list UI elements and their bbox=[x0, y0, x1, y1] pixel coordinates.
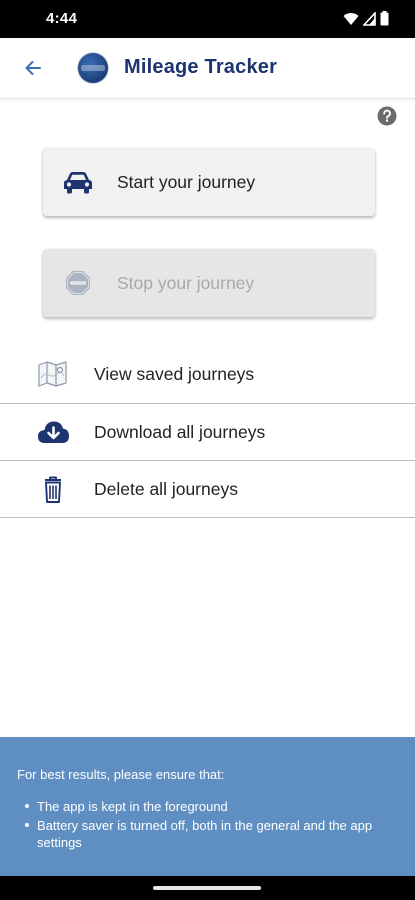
wifi-icon bbox=[343, 12, 359, 25]
battery-icon bbox=[380, 11, 389, 26]
download-all-journeys-label: Download all journeys bbox=[94, 422, 266, 442]
back-arrow-icon[interactable] bbox=[20, 55, 46, 81]
app-bar: Mileage Tracker bbox=[0, 38, 415, 99]
info-panel: For best results, please ensure that: Th… bbox=[0, 737, 415, 876]
download-all-journeys-item[interactable]: Download all journeys bbox=[0, 404, 415, 460]
stop-journey-button[interactable]: Stop your journey bbox=[43, 249, 375, 317]
status-bar: 4:44 bbox=[0, 0, 415, 38]
trash-icon bbox=[45, 476, 61, 503]
start-journey-label: Start your journey bbox=[117, 172, 256, 192]
logo-band bbox=[81, 65, 105, 71]
divider bbox=[0, 517, 415, 518]
start-journey-button[interactable]: Start your journey bbox=[43, 148, 375, 216]
delete-all-journeys-label: Delete all journeys bbox=[94, 479, 238, 499]
view-saved-journeys-label: View saved journeys bbox=[94, 364, 255, 384]
app-logo bbox=[78, 53, 108, 83]
cloud-download-icon bbox=[38, 421, 69, 443]
view-saved-journeys-item[interactable]: View saved journeys bbox=[0, 346, 415, 402]
help-circle-icon[interactable] bbox=[377, 106, 397, 126]
car-icon bbox=[64, 172, 92, 194]
info-list-item: The app is kept in the foreground bbox=[25, 798, 399, 815]
info-heading: For best results, please ensure that: bbox=[17, 767, 225, 782]
status-icons bbox=[343, 11, 389, 26]
status-time: 4:44 bbox=[46, 10, 78, 27]
delete-all-journeys-item[interactable]: Delete all journeys bbox=[0, 461, 415, 517]
stop-sign-icon bbox=[66, 271, 90, 295]
info-list-item: Battery saver is turned off, both in the… bbox=[25, 817, 399, 851]
home-indicator[interactable] bbox=[153, 886, 261, 890]
map-icon bbox=[38, 361, 67, 387]
signal-icon bbox=[363, 11, 376, 26]
page-title: Mileage Tracker bbox=[124, 56, 278, 78]
system-nav-bar bbox=[0, 876, 415, 900]
stop-journey-label: Stop your journey bbox=[117, 273, 255, 293]
info-list: The app is kept in the foreground Batter… bbox=[17, 798, 399, 851]
